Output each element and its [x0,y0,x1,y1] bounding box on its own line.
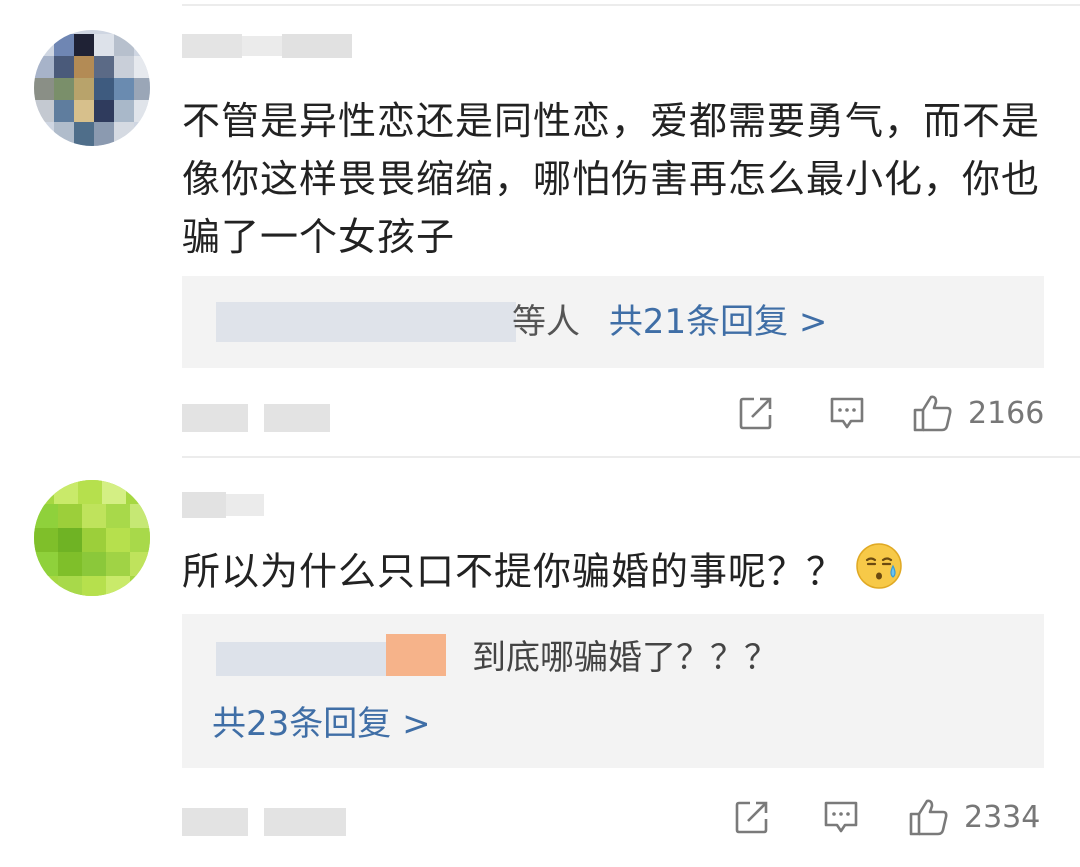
replier-name-blurred [216,642,386,676]
sweat-face-icon [855,542,903,606]
timestamp-blurred [182,404,248,432]
comment-text-content: 所以为什么只口不提你骗婚的事呢？？ [182,549,846,594]
source-blurred [264,404,330,432]
source-blurred [264,808,346,836]
comment-actions: 2166 [182,388,1044,438]
comment-icon [830,397,864,429]
replies-suffix: 等人 [512,302,580,342]
timestamp-blurred [182,808,248,836]
avatar[interactable] [34,480,150,596]
avatar[interactable] [34,30,150,146]
username-blurred[interactable] [182,492,264,518]
replies-preview[interactable]: 等人 共21条回复 > [182,276,1044,368]
like-button[interactable]: 2334 [908,792,1040,842]
view-replies-link[interactable]: 共21条回复 > [609,302,828,342]
share-button[interactable] [734,792,770,842]
share-icon [735,801,768,834]
comment-item: 不管是异性恋还是同性恋，爱都需要勇气，而不是像你这样畏畏缩缩，哪怕伤害再怎么最小… [0,0,1080,455]
comment-actions: 2334 [182,792,1044,842]
comment-button[interactable] [822,792,860,842]
view-replies-link[interactable]: 共23条回复 > [212,702,431,746]
like-count: 2334 [964,799,1041,835]
comment-text: 所以为什么只口不提你骗婚的事呢？？ [182,542,1042,606]
thumbs-up-icon [909,799,948,836]
replies-preview[interactable]: 到底哪骗婚了？？？ 共23条回复 > [182,614,1044,768]
comment-item: 所以为什么只口不提你骗婚的事呢？？ 到底哪骗婚了？？？ 共23条回复 > 233… [0,458,1080,867]
reply-preview-text: 到底哪骗婚了？？？ [472,638,778,678]
avatar-mosaic [34,30,150,146]
share-icon [739,397,772,430]
comment-text: 不管是异性恋还是同性恋，爱都需要勇气，而不是像你这样畏畏缩缩，哪怕伤害再怎么最小… [182,99,1041,259]
username-blurred[interactable] [182,34,352,58]
avatar-mosaic [34,480,150,596]
replier-names-blurred [216,302,516,342]
replier-name-blurred [386,634,446,676]
comment-icon [824,801,858,833]
share-button[interactable] [738,388,774,438]
thumbs-up-icon [913,395,952,432]
comment-button[interactable] [828,388,866,438]
like-count: 2166 [968,395,1045,431]
like-button[interactable]: 2166 [912,388,1044,438]
